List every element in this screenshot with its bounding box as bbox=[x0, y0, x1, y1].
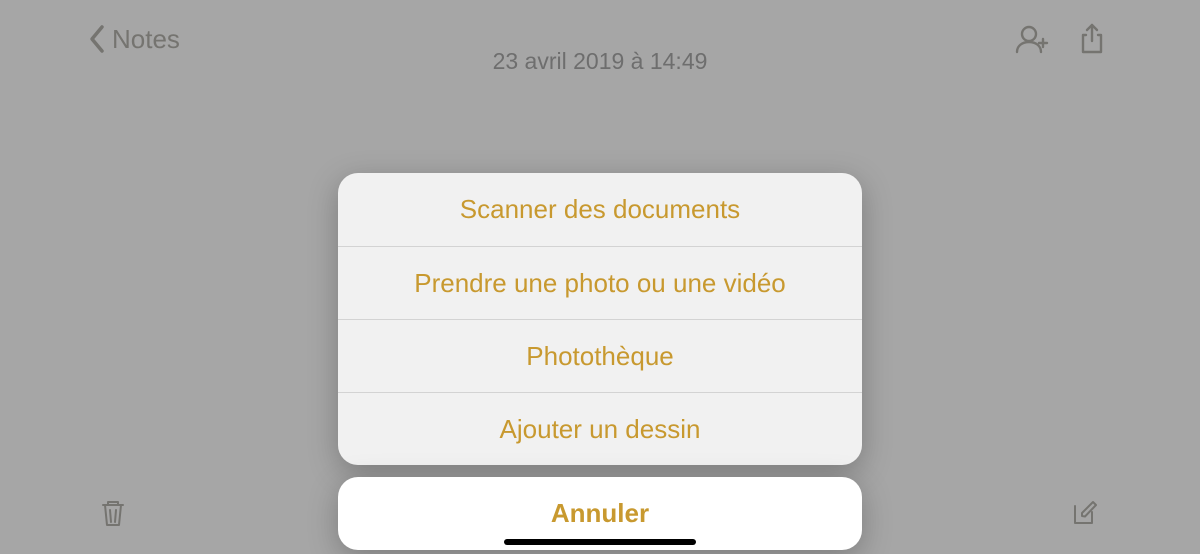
option-label: Scanner des documents bbox=[460, 194, 740, 225]
option-scan-documents[interactable]: Scanner des documents bbox=[338, 173, 862, 246]
note-timestamp: 23 avril 2019 à 14:49 bbox=[0, 48, 1200, 75]
delete-button[interactable] bbox=[100, 497, 126, 534]
action-sheet: Scanner des documents Prendre une photo … bbox=[338, 173, 862, 550]
cancel-label: Annuler bbox=[551, 498, 649, 529]
option-label: Ajouter un dessin bbox=[500, 414, 701, 445]
notes-screen: Notes 23 avril 2019 à 14:49 bbox=[0, 0, 1200, 554]
option-label: Prendre une photo ou une vidéo bbox=[414, 268, 786, 299]
option-label: Photothèque bbox=[526, 341, 673, 372]
option-take-photo-video[interactable]: Prendre une photo ou une vidéo bbox=[338, 246, 862, 319]
action-sheet-options: Scanner des documents Prendre une photo … bbox=[338, 173, 862, 465]
home-indicator[interactable] bbox=[504, 539, 696, 545]
option-add-sketch[interactable]: Ajouter un dessin bbox=[338, 392, 862, 465]
compose-button[interactable] bbox=[1070, 498, 1100, 533]
option-photo-library[interactable]: Photothèque bbox=[338, 319, 862, 392]
compose-icon bbox=[1070, 498, 1100, 528]
trash-icon bbox=[100, 497, 126, 529]
